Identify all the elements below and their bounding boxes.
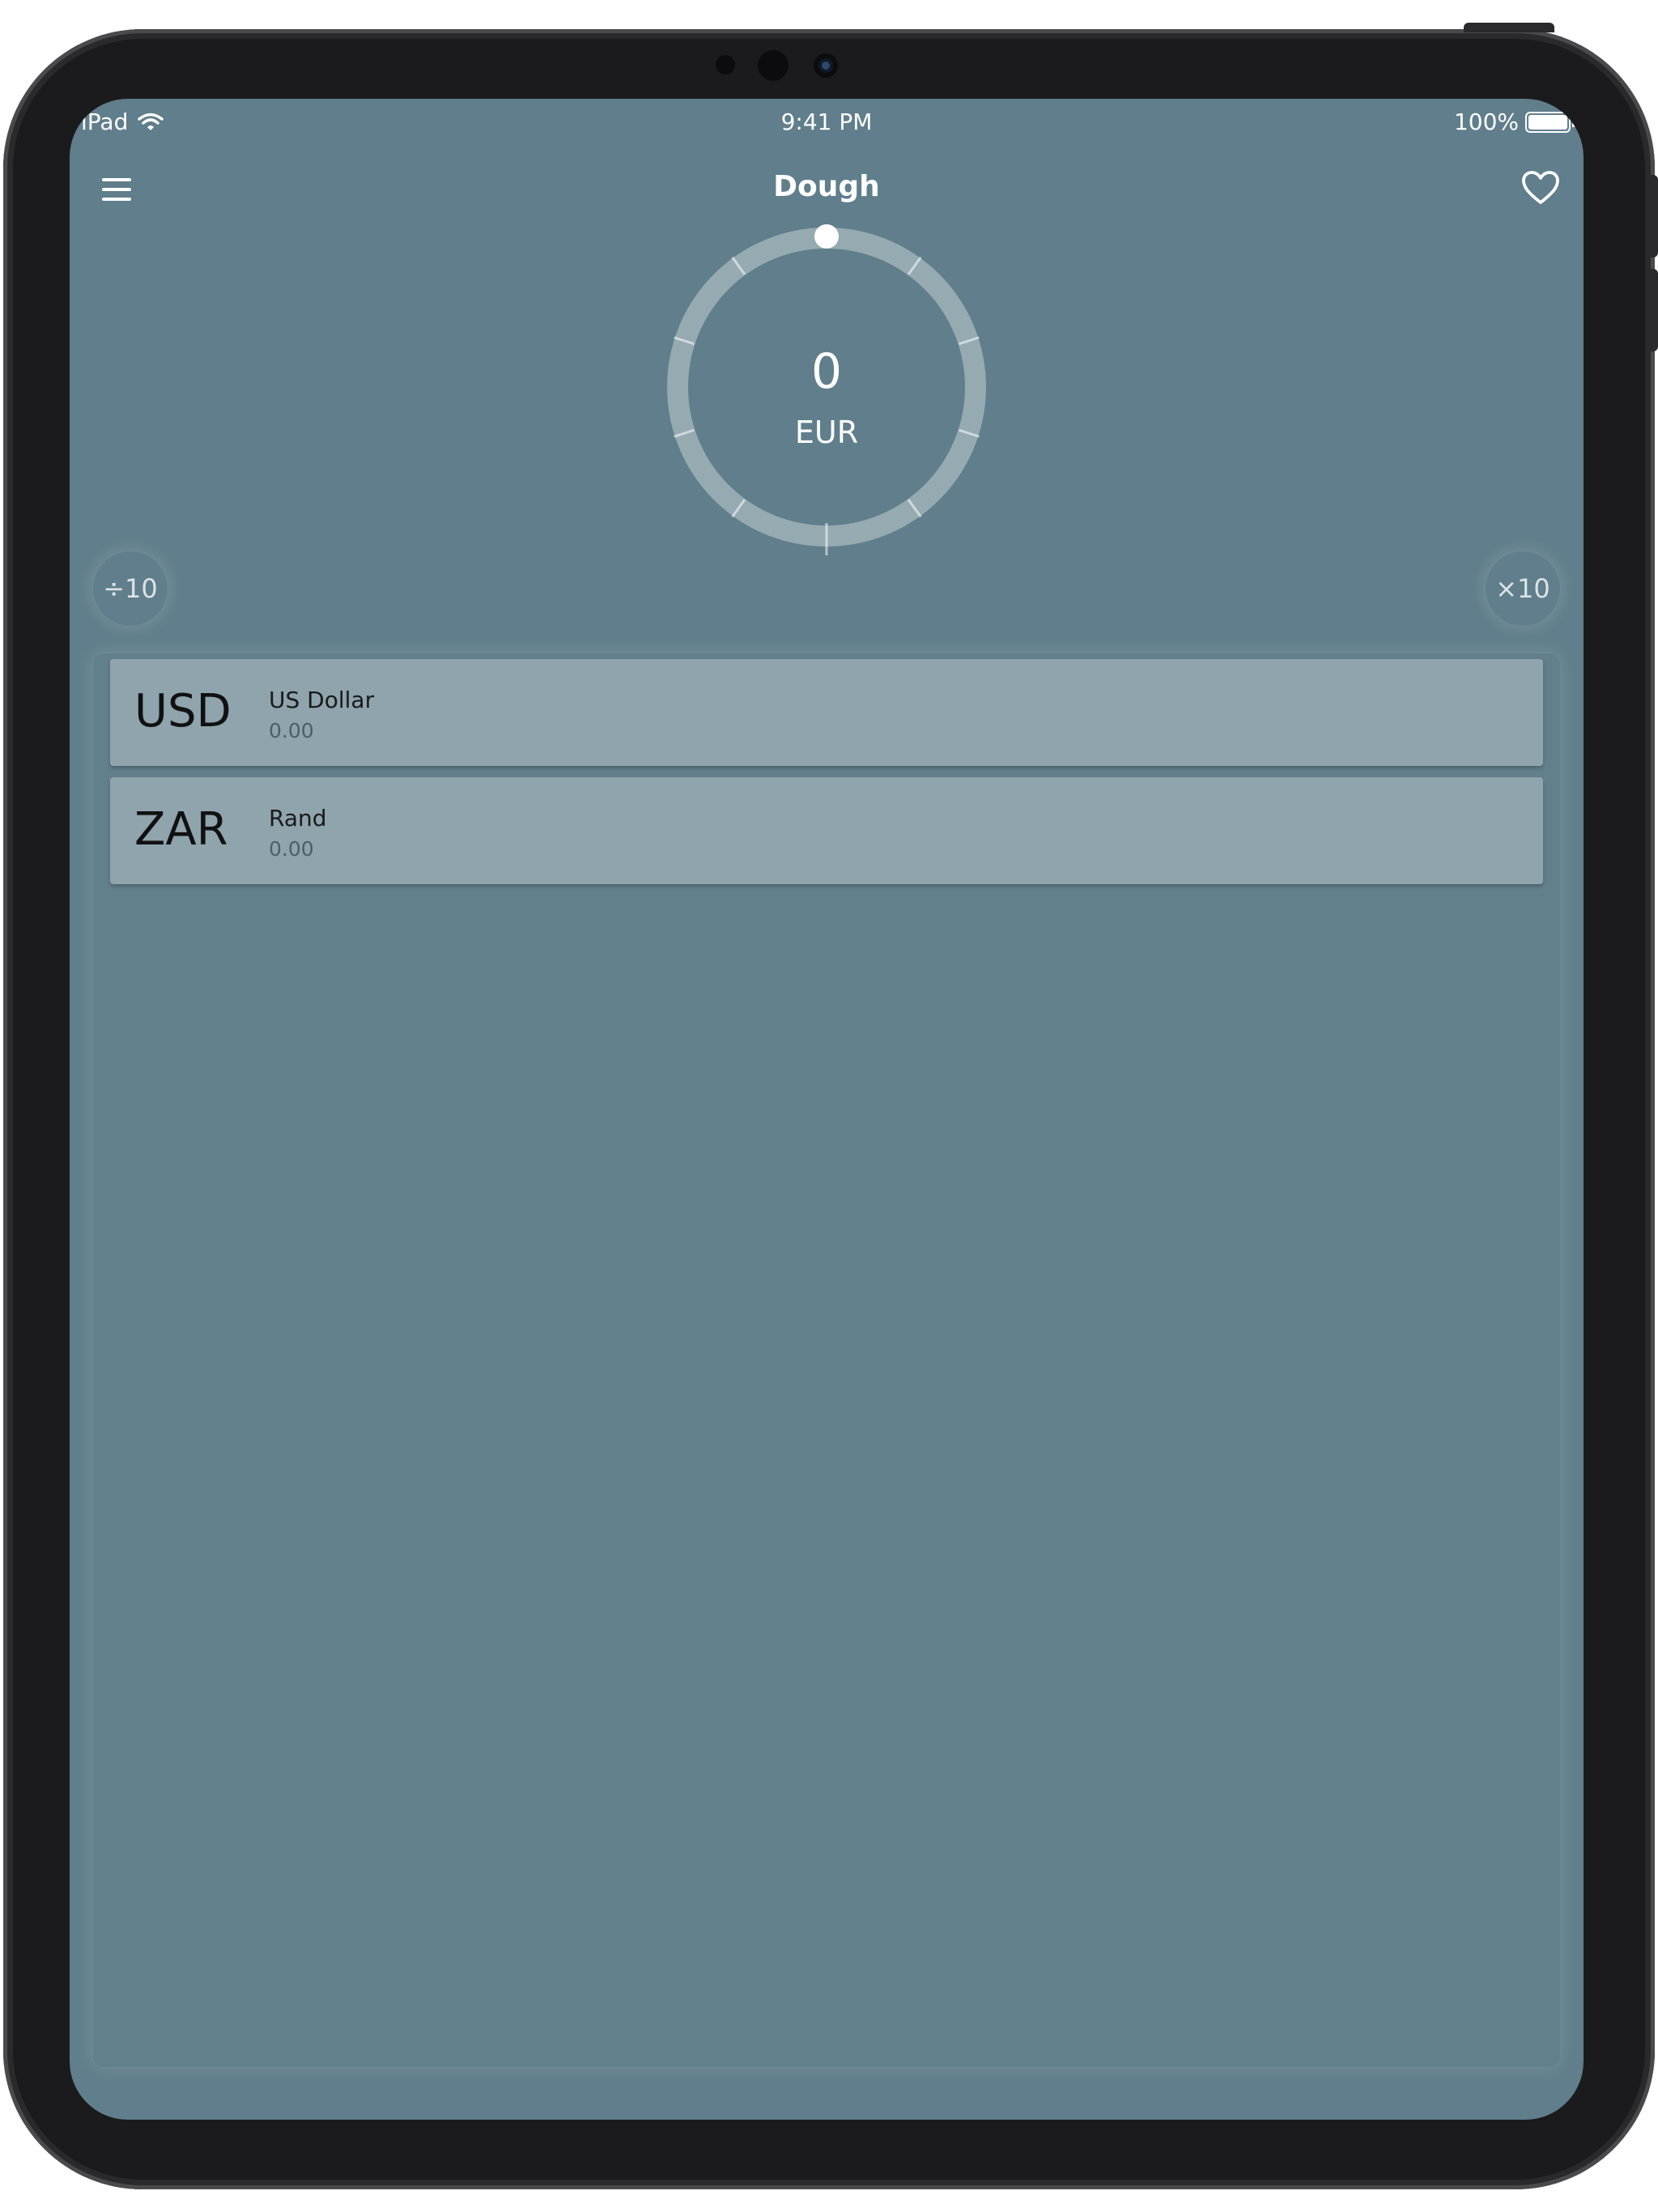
front-camera [814,53,838,78]
heart-icon[interactable] [1519,167,1562,211]
currency-code: USD [134,685,232,738]
multiply-by-ten-button[interactable]: ×10 [1485,551,1561,627]
base-currency-code[interactable]: EUR [70,415,1584,450]
app-screen: iPad 9:41 PM 100% Dough 0 EUR ÷10 ×10 US… [70,99,1584,2120]
currency-row-zar[interactable]: ZAR Rand 0.00 [110,777,1543,884]
navigation-bar: Dough [70,151,1584,223]
power-button [1464,23,1554,32]
currency-code: ZAR [134,803,228,856]
currency-amount: 0.00 [269,719,314,742]
currency-name: US Dollar [269,687,375,713]
currency-amount: 0.00 [269,837,314,861]
currency-row-usd[interactable]: USD US Dollar 0.00 [110,659,1543,766]
status-right: 100% [1453,108,1575,135]
currency-list: USD US Dollar 0.00 ZAR Rand 0.00 [110,659,1543,895]
currency-list-panel: USD US Dollar 0.00 ZAR Rand 0.00 [92,653,1561,2068]
sensor [758,50,789,81]
currency-name: Rand [269,805,327,832]
sensor [716,55,735,74]
status-time: 9:41 PM [780,108,873,135]
dial-handle [814,224,839,249]
amount-value: 0 [810,343,843,400]
status-bar: iPad 9:41 PM 100% [70,99,1584,144]
volume-up-button [1648,175,1658,257]
battery-percent: 100% [1453,108,1519,135]
divide-by-ten-button[interactable]: ÷10 [92,551,168,627]
page-title: Dough [773,170,880,203]
battery-icon [1525,111,1575,133]
volume-down-button [1648,269,1658,351]
